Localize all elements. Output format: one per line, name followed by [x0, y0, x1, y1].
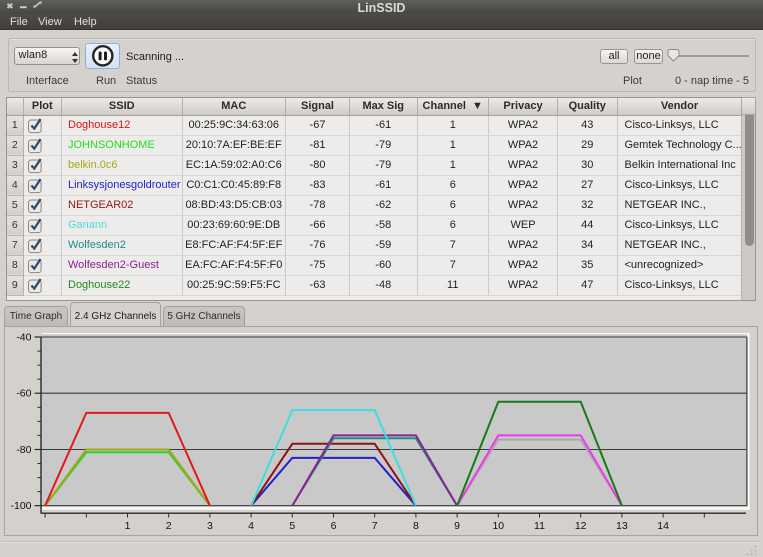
svg-text:5: 5: [289, 520, 295, 532]
svg-text:3: 3: [207, 520, 213, 532]
svg-text:7: 7: [372, 520, 378, 532]
svg-text:14: 14: [657, 520, 669, 532]
svg-text:13: 13: [616, 520, 628, 532]
svg-text:1: 1: [125, 520, 131, 532]
svg-text:12: 12: [575, 520, 587, 532]
svg-text:2: 2: [166, 520, 172, 532]
svg-text:9: 9: [454, 520, 460, 532]
svg-text:4: 4: [248, 520, 254, 532]
svg-text:-100: -100: [10, 500, 31, 512]
svg-text:8: 8: [413, 520, 419, 532]
svg-text:-40: -40: [16, 332, 31, 344]
svg-text:10: 10: [492, 520, 504, 532]
svg-text:11: 11: [534, 520, 545, 532]
svg-text:-80: -80: [16, 444, 31, 456]
svg-text:6: 6: [331, 520, 337, 532]
svg-text:-60: -60: [16, 388, 31, 400]
